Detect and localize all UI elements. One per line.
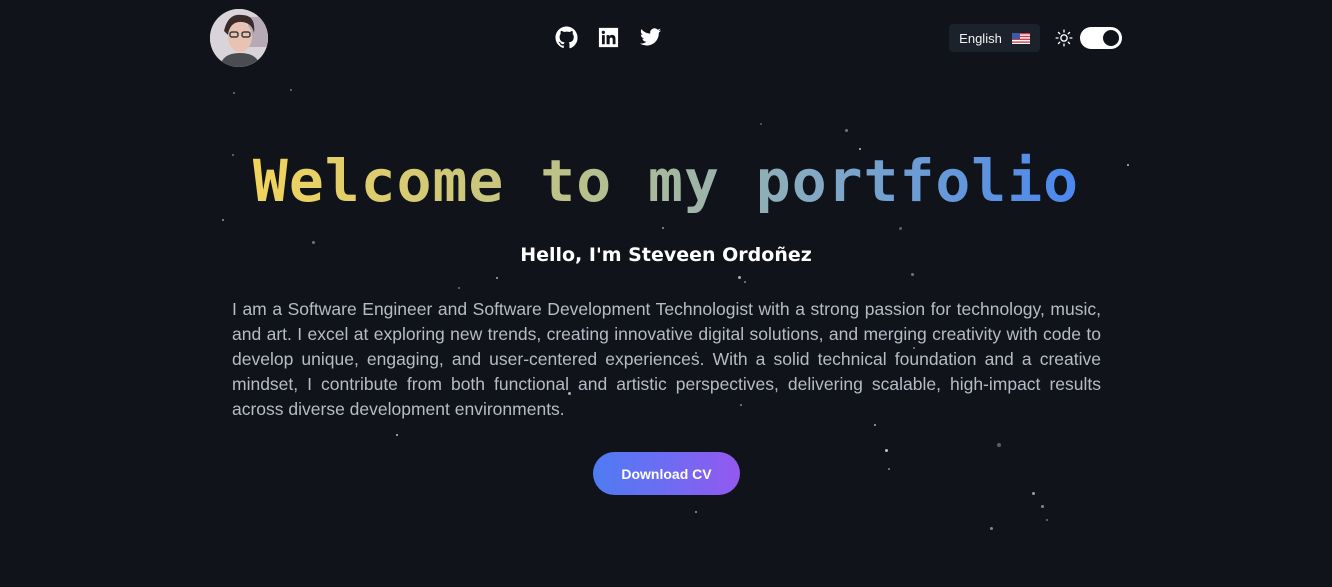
language-label: English: [959, 30, 1002, 46]
star: [899, 227, 902, 230]
profile-photo-icon: [210, 9, 268, 67]
star: [662, 227, 664, 229]
greeting-heading: Hello, I'm Steveen Ordoñez: [520, 244, 812, 266]
page-title: Welcome to my portfolio: [252, 147, 1080, 215]
star: [874, 424, 876, 426]
star: [396, 434, 398, 436]
star: [845, 129, 848, 132]
us-flag-icon: [1011, 32, 1030, 44]
social-links: [555, 26, 662, 49]
toggle-knob: [1103, 30, 1119, 46]
top-header: English: [210, 9, 1122, 67]
star: [222, 219, 224, 221]
star: [760, 123, 762, 125]
star: [885, 449, 888, 452]
star: [888, 468, 890, 470]
download-cv-button[interactable]: Download CV: [593, 452, 740, 495]
sun-icon: [1055, 29, 1073, 47]
star: [695, 511, 697, 513]
avatar[interactable]: [210, 9, 268, 67]
star: [990, 527, 993, 530]
star: [744, 281, 746, 283]
star: [1046, 519, 1048, 521]
github-icon[interactable]: [555, 26, 578, 49]
star: [738, 276, 741, 279]
portfolio-page: English Welcome to my portfolio Hello, I…: [0, 0, 1332, 587]
star: [233, 92, 235, 94]
star: [458, 287, 460, 289]
twitter-icon[interactable]: [639, 26, 662, 49]
bio-paragraph: I am a Software Engineer and Software De…: [232, 299, 1101, 419]
star: [290, 89, 292, 91]
star: [1041, 505, 1044, 508]
language-selector[interactable]: English: [949, 24, 1040, 52]
starfield-background: [0, 0, 1332, 587]
star: [1032, 492, 1035, 495]
star: [496, 277, 498, 279]
star: [911, 273, 914, 276]
theme-toggle[interactable]: [1080, 27, 1122, 49]
linkedin-icon[interactable]: [597, 26, 620, 49]
star: [997, 443, 1001, 447]
